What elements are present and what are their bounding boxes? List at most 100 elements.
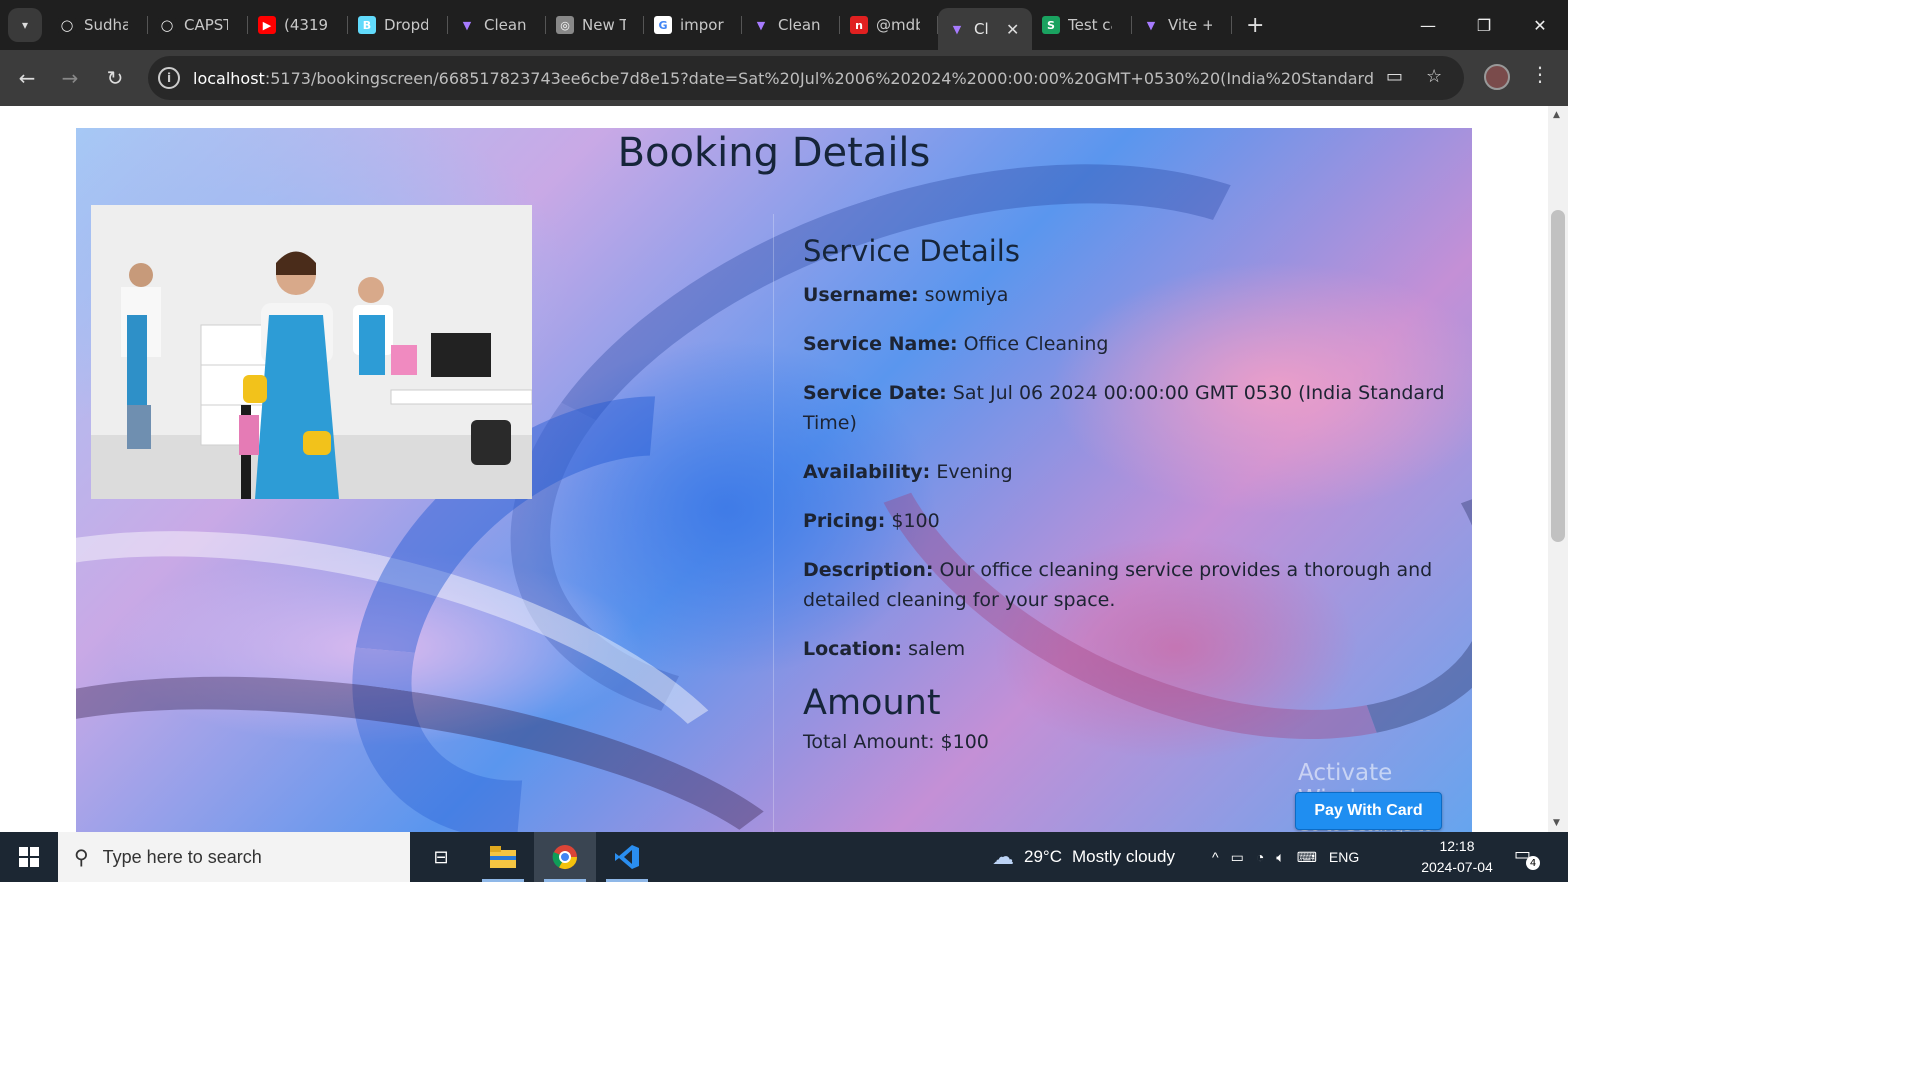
- tab-title: @mdb: [876, 16, 920, 34]
- tab-title: Dropd: [384, 16, 428, 34]
- service-details-list: Username: sowmiya Service Name: Office Cl…: [803, 280, 1453, 664]
- new-tab-button[interactable]: +: [1246, 13, 1264, 38]
- detail-label: Description:: [803, 559, 934, 581]
- scrollbar-thumb[interactable]: [1551, 210, 1565, 542]
- minimize-button[interactable]: —: [1400, 0, 1456, 50]
- file-explorer-button[interactable]: [472, 832, 534, 882]
- s-icon: S: [1042, 16, 1060, 34]
- tab-active[interactable]: ▼ Cl ✕: [938, 8, 1032, 50]
- tab-title: Cl: [974, 20, 988, 38]
- react-bootstrap-icon: B: [358, 16, 376, 34]
- amount-heading: Amount: [803, 683, 941, 723]
- weather-temperature: 29°C: [1024, 847, 1062, 866]
- url-host: localhost: [193, 68, 265, 88]
- detail-label: Username:: [803, 284, 919, 306]
- detail-label: Service Name:: [803, 333, 958, 355]
- taskbar-search-box[interactable]: ⚲ Type here to search: [58, 832, 410, 882]
- notification-center-button[interactable]: ▭ 4: [1514, 844, 1540, 870]
- tab-title: impor: [680, 16, 724, 34]
- detail-row: Service Name: Office Cleaning: [803, 329, 1453, 359]
- profile-avatar[interactable]: [1484, 64, 1510, 90]
- pay-with-card-button[interactable]: Pay With Card: [1295, 792, 1442, 830]
- address-bar[interactable]: i localhost:5173/bookingscreen/668517823…: [148, 56, 1464, 100]
- detail-label: Availability:: [803, 461, 931, 483]
- task-view-button[interactable]: ⊟: [410, 832, 472, 882]
- scroll-up-arrow-icon[interactable]: ▲: [1553, 110, 1560, 120]
- detail-value: $100: [885, 510, 940, 532]
- browser-tab[interactable]: ▼ Vite +: [1132, 0, 1232, 50]
- url-text[interactable]: localhost:5173/bookingscreen/66851782374…: [193, 69, 1373, 88]
- vscode-taskbar-button[interactable]: [596, 832, 658, 882]
- google-icon: G: [654, 16, 672, 34]
- github-icon: ◯: [158, 16, 176, 34]
- forward-button[interactable]: →: [56, 64, 84, 92]
- weather-widget[interactable]: ☁ 29°C Mostly cloudy: [992, 832, 1175, 882]
- page-title: Booking Details: [617, 130, 931, 176]
- tab-title: Test ca: [1068, 16, 1112, 34]
- system-tray: ^ ▭ ◔ 🔈︎ ⌨ ENG: [1212, 832, 1359, 882]
- detail-row: Username: sowmiya: [803, 280, 1453, 310]
- keyboard-icon[interactable]: ⌨: [1297, 849, 1317, 866]
- tab-title: CAPST: [184, 16, 228, 34]
- mdb-icon: n: [850, 16, 868, 34]
- tab-title: New T: [582, 16, 626, 34]
- browser-tab[interactable]: B Dropd: [348, 0, 448, 50]
- reload-button[interactable]: ↻: [101, 64, 129, 92]
- window-controls: — ❐ ✕: [1400, 0, 1568, 50]
- youtube-icon: ▶: [258, 16, 276, 34]
- browser-tab[interactable]: Gimpor: [644, 0, 742, 50]
- close-tab-icon[interactable]: ✕: [1006, 20, 1019, 39]
- browser-tab[interactable]: ◯ Sudhar: [48, 0, 148, 50]
- back-button[interactable]: ←: [13, 64, 41, 92]
- notification-count: 4: [1526, 856, 1540, 870]
- tab-separator: [1231, 16, 1232, 34]
- tab-search-button[interactable]: ▾: [8, 8, 42, 42]
- browser-menu-icon[interactable]: ⋮: [1530, 62, 1550, 86]
- card-icon[interactable]: ▭: [1386, 66, 1403, 87]
- tab-title: Vite +: [1168, 16, 1212, 34]
- vite-icon: ▼: [462, 18, 472, 32]
- browser-tab[interactable]: ◎ New T: [546, 0, 644, 50]
- tab-title: CleanE: [484, 16, 528, 34]
- detail-label: Service Date:: [803, 382, 947, 404]
- bookmark-star-icon[interactable]: ☆: [1426, 66, 1442, 87]
- vite-icon: ▼: [756, 18, 766, 32]
- browser-tab[interactable]: S Test ca: [1032, 0, 1132, 50]
- detail-row: Service Date: Sat Jul 06 2024 00:00:00 G…: [803, 378, 1453, 438]
- browser-tab[interactable]: n @mdb: [840, 0, 938, 50]
- chrome-icon: ◎: [556, 16, 574, 34]
- volume-icon[interactable]: 🔈︎: [1276, 849, 1284, 866]
- tab-title: CleanE: [778, 16, 822, 34]
- tab-title: (4319): [284, 16, 328, 34]
- detail-row: Description: Our office cleaning service…: [803, 555, 1453, 615]
- booking-card: Booking Details Service Details Username…: [76, 128, 1472, 832]
- restore-button[interactable]: ❐: [1456, 0, 1512, 50]
- running-indicator: [606, 879, 648, 882]
- detail-label: Location:: [803, 638, 903, 660]
- url-path: :5173/bookingscreen/668517823743ee6cbe7d…: [264, 68, 1373, 88]
- browser-tab[interactable]: ◯ CAPST: [148, 0, 248, 50]
- clock-date: 2024-07-04: [1421, 859, 1493, 875]
- start-button[interactable]: [0, 832, 58, 882]
- site-info-icon[interactable]: i: [158, 67, 180, 89]
- close-window-button[interactable]: ✕: [1512, 0, 1568, 50]
- tab-list: ◯ Sudhar ◯ CAPST ▶ (4319) B Dropd ▼ CleanE ◎ New T G…: [48, 0, 1264, 50]
- scroll-down-arrow-icon[interactable]: ▼: [1553, 818, 1560, 828]
- weather-condition: Mostly cloudy: [1071, 847, 1175, 866]
- cleaning-staff-illustration: [91, 205, 532, 499]
- browser-tab[interactable]: ▼ CleanE: [448, 0, 546, 50]
- detail-row: Availability: Evening: [803, 457, 1453, 487]
- page-viewport: Booking Details Service Details Username…: [0, 106, 1548, 832]
- github-icon: ◯: [58, 16, 76, 34]
- language-indicator[interactable]: ENG: [1329, 849, 1359, 865]
- battery-icon[interactable]: ▭: [1231, 849, 1244, 866]
- page-scrollbar[interactable]: ▲ ▼: [1548, 106, 1568, 832]
- browser-tab[interactable]: ▼ CleanE: [742, 0, 840, 50]
- chrome-taskbar-button[interactable]: [534, 832, 596, 882]
- show-hidden-icons-chevron-icon[interactable]: ^: [1212, 849, 1219, 865]
- column-divider: [773, 214, 774, 832]
- detail-value: Office Cleaning: [957, 333, 1109, 355]
- taskbar-clock[interactable]: 12:18 2024-07-04: [1414, 836, 1500, 878]
- browser-tab[interactable]: ▶ (4319): [248, 0, 348, 50]
- wifi-icon[interactable]: ◔: [1256, 849, 1264, 865]
